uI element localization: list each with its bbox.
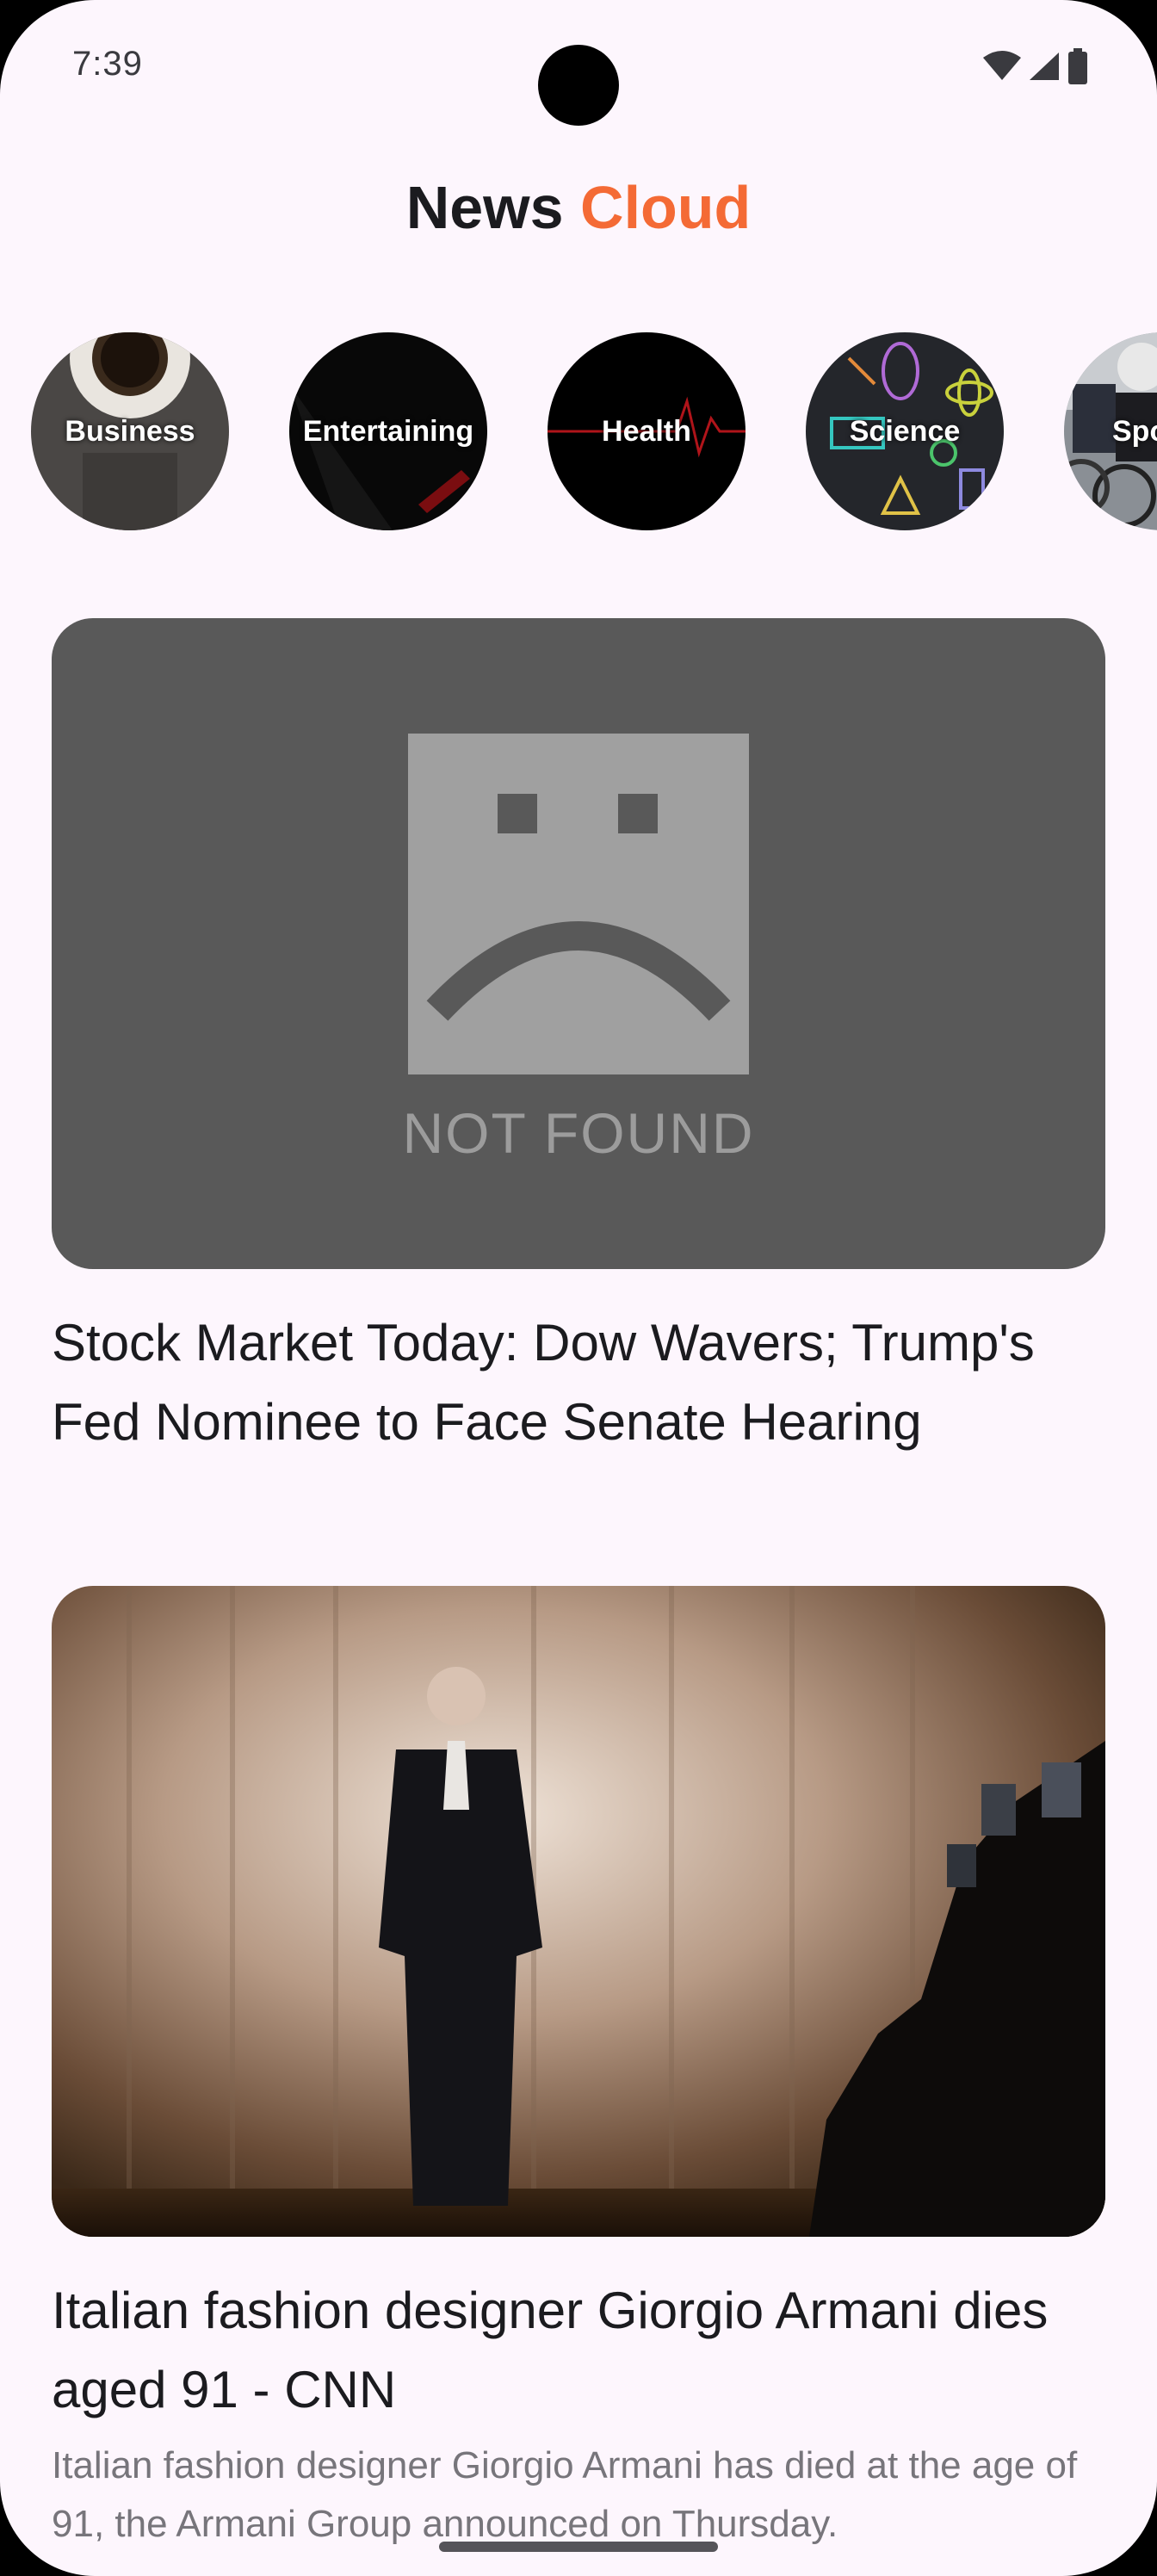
article-card[interactable]: NOT FOUND Stock Market Today: Dow Wavers… [52,618,1105,1462]
phone-screen: 7:39 News Cloud Business Entertaining He… [0,0,1157,2576]
category-label: Business [65,414,195,448]
category-entertaining[interactable]: Entertaining [289,332,487,530]
article-image[interactable]: NOT FOUND [52,618,1105,1269]
category-label: Science [849,414,961,448]
article-card[interactable]: Italian fashion designer Giorgio Armani … [52,1586,1105,2554]
cellular-signal-icon [1030,53,1059,80]
category-label: Entertaining [302,414,474,448]
app-title: News Cloud [0,169,1157,246]
category-label: Health [602,414,691,448]
article-title[interactable]: Stock Market Today: Dow Wavers; Trump's … [52,1303,1105,1462]
battery-icon [1068,48,1087,84]
sad-face-icon [408,734,749,1074]
app-title-news: News [405,174,564,241]
app-title-cloud: Cloud [580,174,752,241]
category-list[interactable]: Business Entertaining Health Science Sp [0,332,1157,532]
status-time: 7:39 [72,45,143,83]
camera-cutout [538,45,619,126]
category-science[interactable]: Science [806,332,1004,530]
status-bar: 7:39 [0,0,1157,129]
category-health[interactable]: Health [548,332,746,530]
home-indicator[interactable] [439,2542,718,2552]
category-label: Sports [1112,414,1157,448]
not-found-text: NOT FOUND [402,1101,755,1165]
article-image[interactable] [52,1586,1105,2237]
article-photo [52,1586,1105,2237]
status-icons [983,48,1088,84]
category-sports[interactable]: Sports [1064,332,1157,530]
article-title[interactable]: Italian fashion designer Giorgio Armani … [52,2271,1105,2430]
wifi-icon [983,51,1021,80]
article-description: Italian fashion designer Giorgio Armani … [52,2444,1078,2545]
category-business[interactable]: Business [31,332,229,530]
image-not-found-placeholder: NOT FOUND [52,618,1105,1269]
